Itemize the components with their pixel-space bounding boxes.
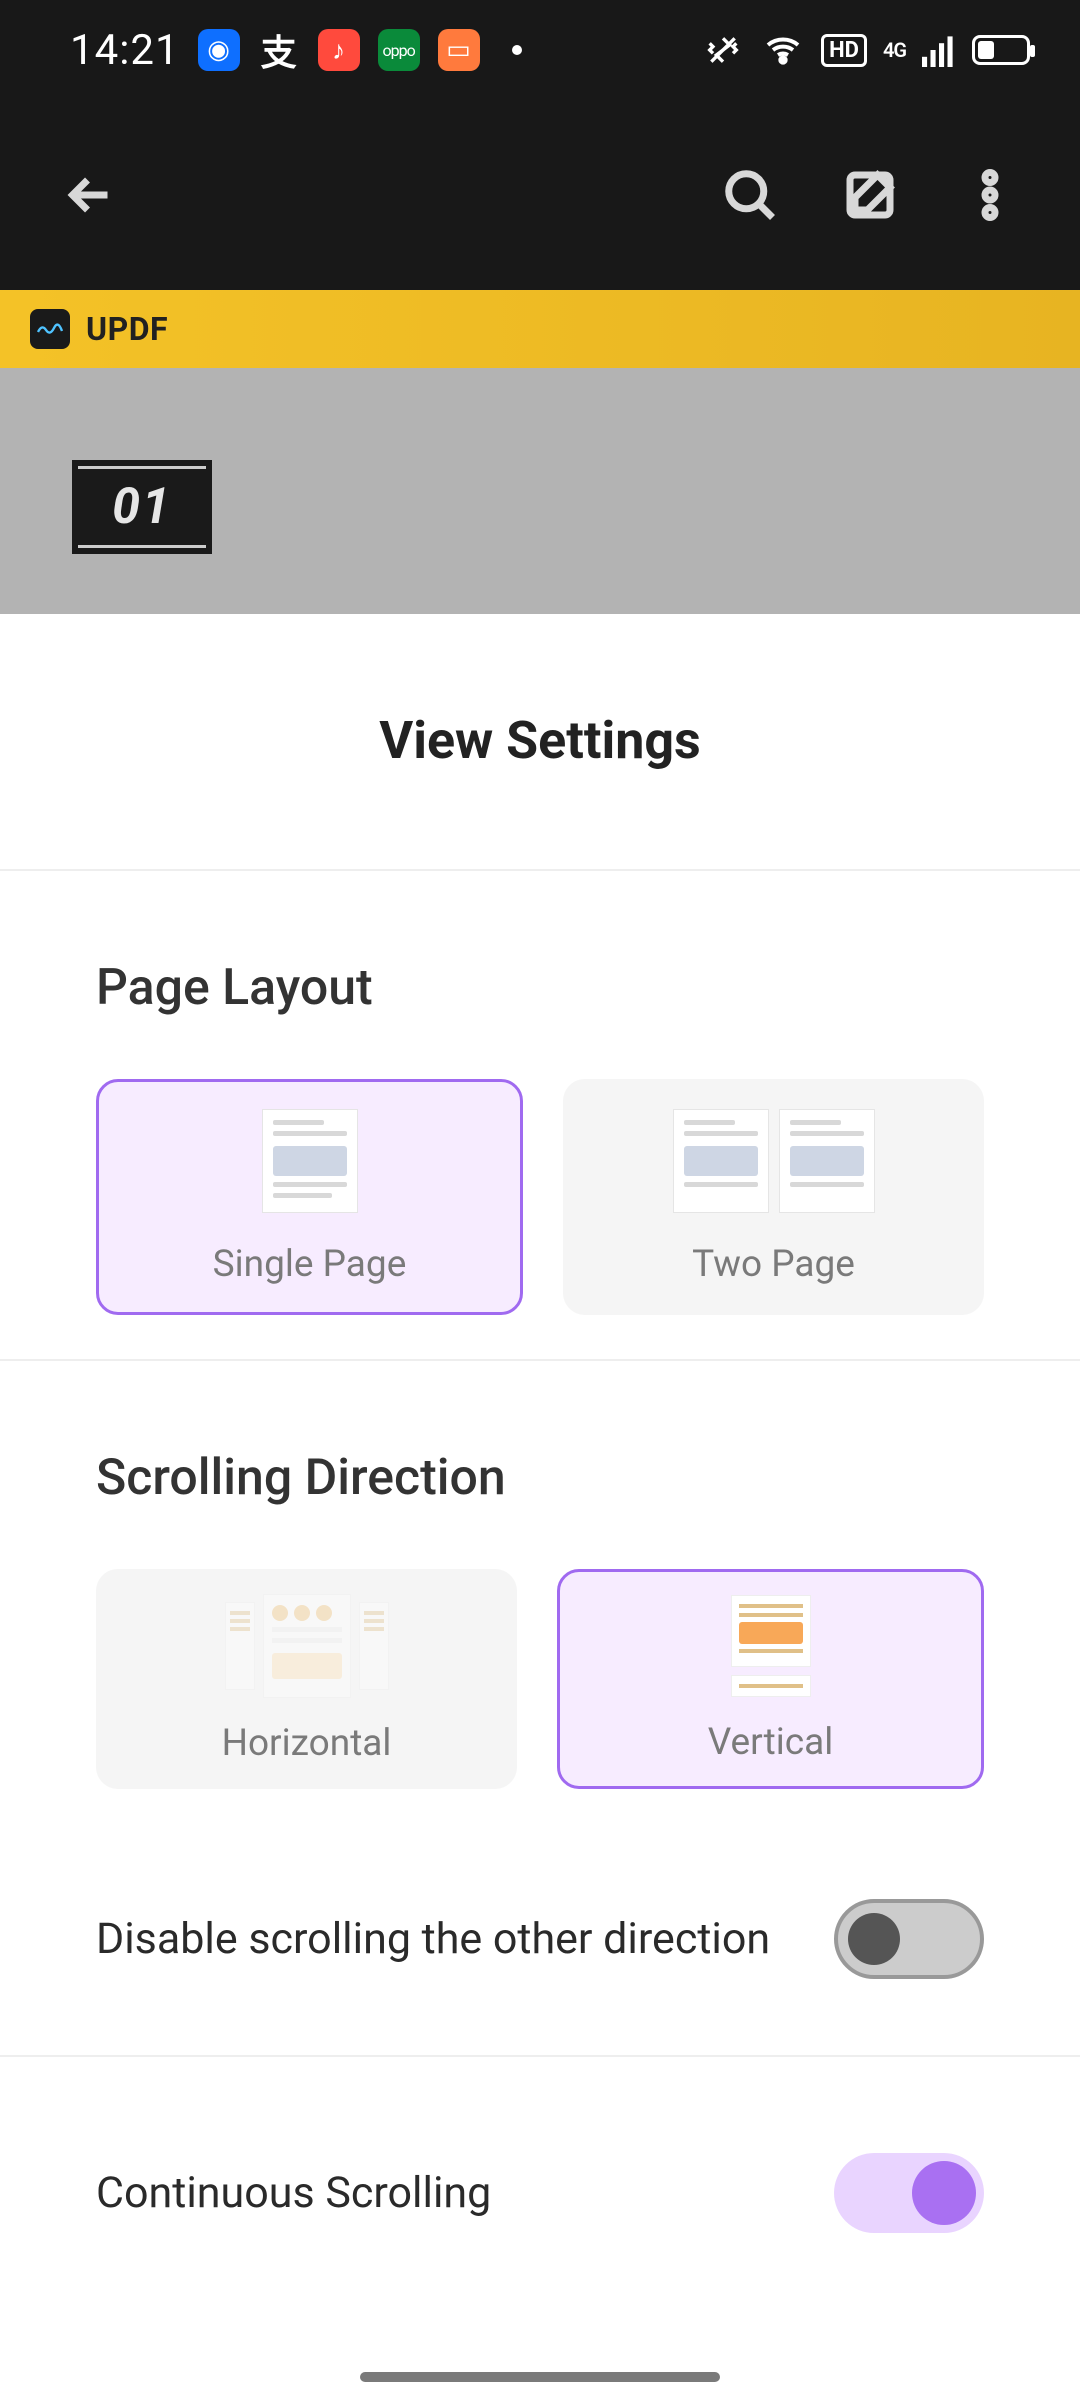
search-icon bbox=[720, 165, 780, 225]
book-app-icon: ▭ bbox=[438, 29, 480, 71]
page-layout-heading: Page Layout bbox=[96, 959, 984, 1017]
hd-icon: HD bbox=[821, 34, 867, 67]
two-page-label: Two Page bbox=[692, 1243, 855, 1286]
toggle-knob bbox=[848, 1913, 900, 1965]
gesture-nav-handle[interactable] bbox=[360, 2372, 720, 2382]
scrolling-direction-heading: Scrolling Direction bbox=[96, 1449, 984, 1507]
disable-other-direction-row: Disable scrolling the other direction bbox=[0, 1833, 1080, 2055]
sheet-title: View Settings bbox=[0, 614, 1080, 869]
battery-icon bbox=[972, 35, 1030, 65]
clock: 14:21 bbox=[70, 26, 180, 75]
music-app-icon: ♪ bbox=[318, 29, 360, 71]
more-menu-button[interactable] bbox=[940, 145, 1040, 245]
page-layout-section: Page Layout Single Page Two Page bbox=[0, 871, 1080, 1359]
toggle-knob bbox=[912, 2161, 976, 2225]
disable-other-direction-label: Disable scrolling the other direction bbox=[96, 1914, 770, 1964]
status-left: 14:21 ◉ 支 ♪ oppo ▭ bbox=[70, 26, 522, 75]
horizontal-label: Horizontal bbox=[222, 1722, 392, 1765]
continuous-scrolling-label: Continuous Scrolling bbox=[96, 2168, 491, 2218]
app-toolbar bbox=[0, 100, 1080, 290]
page-number-value: 01 bbox=[112, 478, 172, 536]
vertical-option[interactable]: Vertical bbox=[557, 1569, 984, 1789]
vibrate-icon bbox=[701, 30, 745, 70]
horizontal-option[interactable]: Horizontal bbox=[96, 1569, 517, 1789]
app-indicator-icon-1: ◉ bbox=[198, 29, 240, 71]
page-number-chip: 01 bbox=[72, 460, 212, 554]
arrow-left-icon bbox=[60, 165, 120, 225]
status-right: HD 4G bbox=[701, 30, 1030, 70]
two-page-option[interactable]: Two Page bbox=[563, 1079, 984, 1315]
updf-logo-icon bbox=[30, 309, 70, 349]
two-page-illustration bbox=[673, 1109, 875, 1213]
vertical-label: Vertical bbox=[708, 1721, 833, 1764]
continuous-scrolling-toggle[interactable] bbox=[834, 2153, 984, 2233]
signal-icon bbox=[922, 33, 956, 67]
horizontal-illustration bbox=[225, 1594, 389, 1698]
continuous-scrolling-row: Continuous Scrolling bbox=[0, 2057, 1080, 2309]
network-4g-label: 4G bbox=[883, 38, 906, 62]
scrolling-direction-section: Scrolling Direction Horizontal Vertical bbox=[0, 1361, 1080, 1833]
edit-icon bbox=[840, 165, 900, 225]
single-page-option[interactable]: Single Page bbox=[96, 1079, 523, 1315]
edit-button[interactable] bbox=[820, 145, 920, 245]
disable-other-direction-toggle[interactable] bbox=[834, 1899, 984, 1979]
single-page-label: Single Page bbox=[213, 1243, 407, 1286]
page-layout-options: Single Page Two Page bbox=[96, 1079, 984, 1315]
search-button[interactable] bbox=[700, 145, 800, 245]
oppo-icon: oppo bbox=[378, 29, 420, 71]
document-preview-area: 01 bbox=[0, 368, 1080, 614]
updf-banner-label: UPDF bbox=[86, 310, 168, 348]
more-notifications-dot bbox=[512, 45, 522, 55]
scrolling-direction-options: Horizontal Vertical bbox=[96, 1569, 984, 1789]
status-bar: 14:21 ◉ 支 ♪ oppo ▭ HD 4G bbox=[0, 0, 1080, 100]
view-settings-sheet: View Settings Page Layout Single Page Tw… bbox=[0, 614, 1080, 2309]
back-button[interactable] bbox=[40, 145, 140, 245]
single-page-illustration bbox=[262, 1109, 358, 1213]
more-vertical-icon bbox=[960, 165, 1020, 225]
wifi-icon bbox=[761, 30, 805, 70]
vertical-illustration bbox=[731, 1595, 811, 1697]
alipay-icon: 支 bbox=[258, 29, 300, 71]
updf-banner[interactable]: UPDF bbox=[0, 290, 1080, 368]
